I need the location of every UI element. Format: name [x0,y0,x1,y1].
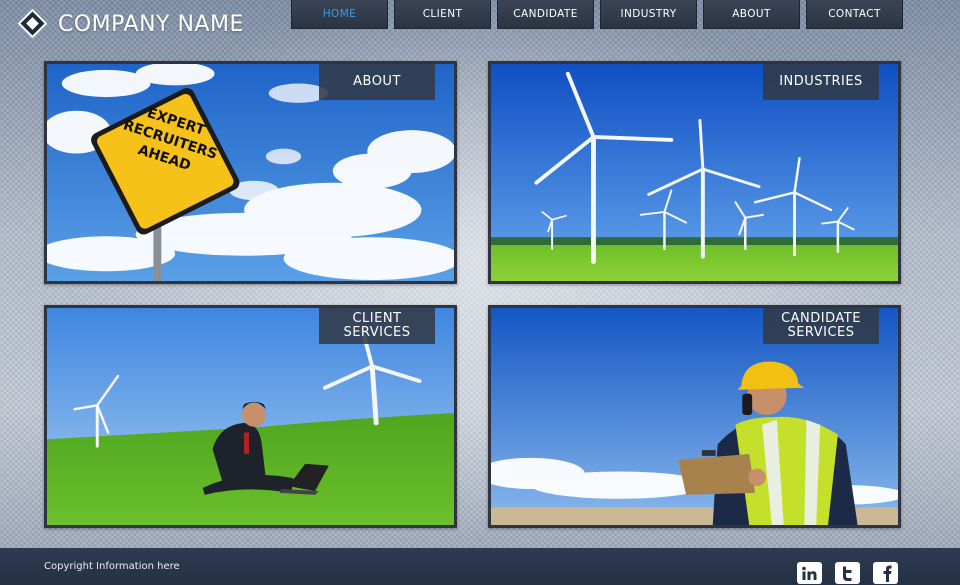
client-label-line-2: SERVICES [343,325,411,340]
footer: Copyright Information here [0,548,960,585]
facebook-icon[interactable] [873,562,898,584]
industries-panel-label[interactable]: INDUSTRIES [763,64,879,100]
candidate-services-panel-label[interactable]: CANDIDATE SERVICES [763,308,879,344]
nav-about[interactable]: ABOUT [703,0,800,29]
nav-contact[interactable]: CONTACT [806,0,903,29]
company-name: COMPANY NAME [58,11,244,37]
client-services-panel[interactable]: CLIENT SERVICES [44,305,457,528]
about-panel[interactable]: EXPERT RECRUITERS AHEAD ABOUT [44,61,457,284]
about-panel-label[interactable]: ABOUT [319,64,435,100]
nav-candidate[interactable]: CANDIDATE [497,0,594,29]
candidate-label-line-2: SERVICES [787,325,855,340]
twitter-icon[interactable] [835,562,860,584]
linkedin-icon[interactable] [797,562,822,584]
client-label-line-1: CLIENT [352,311,402,326]
nav-home[interactable]: HOME [291,0,388,29]
main-nav: HOME CLIENT CANDIDATE INDUSTRY ABOUT CON… [291,0,903,29]
copyright-text: Copyright Information here [44,561,180,572]
social-links [797,562,898,584]
industries-panel[interactable]: INDUSTRIES [488,61,901,284]
client-services-panel-label[interactable]: CLIENT SERVICES [319,308,435,344]
candidate-label-line-1: CANDIDATE [781,311,861,326]
candidate-services-panel[interactable]: CANDIDATE SERVICES [488,305,901,528]
nav-client[interactable]: CLIENT [394,0,491,29]
nav-industry[interactable]: INDUSTRY [600,0,697,29]
company-logo[interactable]: COMPANY NAME [17,8,244,39]
diamond-logo-icon [17,8,48,39]
